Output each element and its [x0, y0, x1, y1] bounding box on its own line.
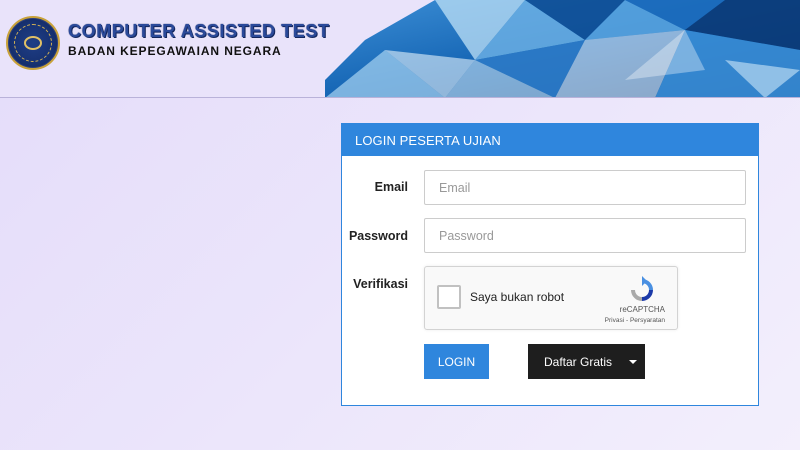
banner-decoration: [325, 0, 800, 97]
login-panel: LOGIN PESERTA UJIAN Email Password Verif…: [341, 123, 759, 406]
recaptcha-brand: reCAPTCHA: [619, 305, 665, 314]
page-header: COMPUTER ASSISTED TEST BADAN KEPEGAWAIAN…: [0, 0, 800, 98]
password-label: Password: [348, 229, 408, 243]
recaptcha-widget: Saya bukan robot reCAPTCHA Privasi - Per…: [424, 266, 678, 330]
register-dropdown-toggle[interactable]: [622, 344, 645, 379]
recaptcha-links[interactable]: Privasi - Persyaratan: [425, 317, 675, 324]
verification-label: Verifikasi: [353, 277, 408, 291]
password-input[interactable]: [424, 218, 746, 253]
app-subtitle: BADAN KEPEGAWAIAN NEGARA: [68, 44, 282, 58]
app-title: COMPUTER ASSISTED TEST: [68, 21, 330, 41]
register-button-group: Daftar Gratis: [528, 344, 645, 379]
register-button[interactable]: Daftar Gratis: [528, 344, 622, 379]
recaptcha-logo-icon: [631, 276, 653, 301]
email-input[interactable]: [424, 170, 746, 205]
recaptcha-label: Saya bukan robot: [470, 290, 565, 304]
bkn-logo: [6, 16, 60, 70]
caret-down-icon: [629, 360, 637, 364]
login-panel-heading: LOGIN PESERTA UJIAN: [342, 124, 758, 156]
email-label: Email: [374, 180, 408, 194]
login-button[interactable]: LOGIN: [424, 344, 489, 379]
